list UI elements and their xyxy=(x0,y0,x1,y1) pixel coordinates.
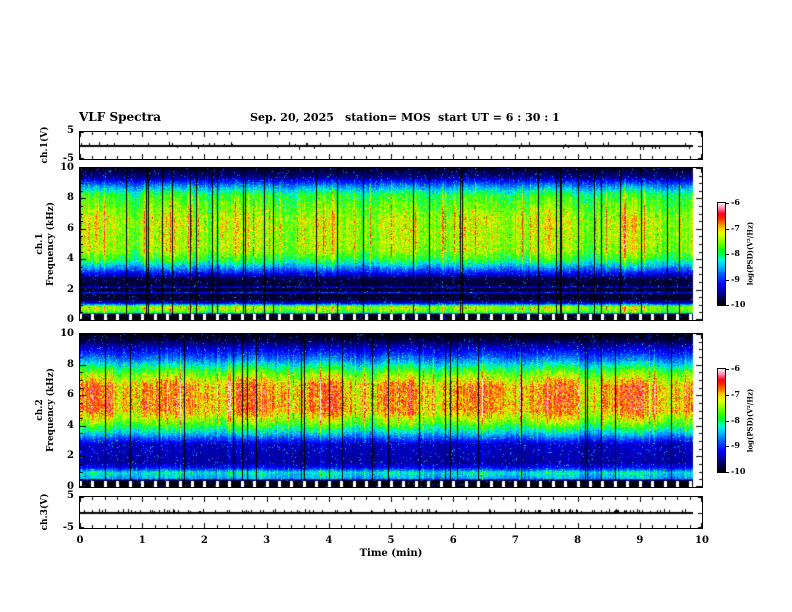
y-tick-label: 2 xyxy=(67,283,74,295)
y-tick-label: 5 xyxy=(67,490,74,501)
colorbar-tick-label: -7 xyxy=(731,388,740,399)
ch2-spectrogram-heatmap xyxy=(80,334,702,487)
spectrogram-panel-ch2 xyxy=(79,333,703,488)
waveform-panel-ch1 xyxy=(79,131,703,160)
y-tick-label: -5 xyxy=(62,153,74,164)
x-tick-label: 2 xyxy=(200,535,208,546)
colorbar-tick-mark xyxy=(725,305,729,306)
y-axis-label-ch1-frequency: ch.1 Frequency (kHz) xyxy=(35,164,57,324)
colorbar-tick-mark xyxy=(725,472,729,473)
colorbar-ch2-gradient xyxy=(718,369,725,472)
y-tick-label: 0 xyxy=(67,314,74,325)
colorbar-tick-mark xyxy=(725,229,729,230)
y-tick-label: 2 xyxy=(67,450,74,462)
vlf-spectra-figure: VLF Spectra Sep. 20, 2025 station= MOS s… xyxy=(0,0,792,612)
y-axis-label-ch3v: ch.3(V) xyxy=(40,493,50,531)
y-tick-label: 6 xyxy=(67,222,74,234)
colorbar-tick-label: -9 xyxy=(731,273,740,284)
y-tick-label: 5 xyxy=(67,125,74,136)
figure-title: VLF Spectra xyxy=(79,110,162,124)
x-axis-label: Time (min) xyxy=(359,548,423,559)
ch3-waveform-plot xyxy=(80,497,702,528)
y-tick-label: 10 xyxy=(60,328,74,339)
date-label: Sep. 20, 2025 xyxy=(250,111,334,124)
colorbar-tick-label: -6 xyxy=(731,197,740,207)
ch1-spectrogram-heatmap xyxy=(80,168,702,320)
x-tick-label: 9 xyxy=(636,535,644,546)
colorbar-tick-label: -6 xyxy=(731,363,740,373)
colorbar-tick-label: -10 xyxy=(731,466,746,476)
colorbar-tick-mark xyxy=(725,280,729,281)
colorbar-tick-mark xyxy=(725,421,729,422)
colorbar-tick-label: -10 xyxy=(731,299,746,309)
y-tick-label: 8 xyxy=(67,358,74,370)
x-tick-label: 7 xyxy=(511,535,519,546)
y-axis-label-ch2-line1: ch.2 xyxy=(35,399,45,421)
y-axis-label-ch2-frequency: ch.2 Frequency (kHz) xyxy=(35,330,57,490)
x-tick-label: 1 xyxy=(138,535,146,546)
colorbar-tick-label: -8 xyxy=(731,414,740,425)
ch1-waveform-plot xyxy=(80,132,702,159)
start-ut-label: start UT = 6 : 30 : 1 xyxy=(438,111,560,124)
y-tick-label: 6 xyxy=(67,389,74,401)
colorbar-tick-mark xyxy=(725,369,729,370)
station-label: station= MOS xyxy=(345,111,431,124)
y-tick-label: 4 xyxy=(67,253,74,265)
x-tick-label: 10 xyxy=(695,535,709,546)
colorbar-tick-label: -7 xyxy=(731,222,740,233)
colorbar-tick-mark xyxy=(725,446,729,447)
y-tick-label: 8 xyxy=(67,192,74,204)
colorbar-ch1-gradient xyxy=(718,203,725,305)
x-tick-label: 5 xyxy=(387,535,395,546)
colorbar-tick-mark xyxy=(725,395,729,396)
spectrogram-panel-ch1 xyxy=(79,167,703,321)
x-tick-label: 4 xyxy=(325,535,333,546)
y-tick-label: -5 xyxy=(62,522,74,533)
colorbar-tick-mark xyxy=(725,254,729,255)
waveform-panel-ch3 xyxy=(79,496,703,529)
x-tick-label: 8 xyxy=(574,535,582,546)
y-axis-label-ch1-line2: Frequency (kHz) xyxy=(46,202,56,287)
colorbar-tick-mark xyxy=(725,203,729,204)
colorbar-tick-label: -8 xyxy=(731,248,740,258)
y-tick-label: 4 xyxy=(67,419,74,431)
y-axis-label-ch1-line1: ch.1 xyxy=(35,233,45,255)
colorbar-tick-label: -9 xyxy=(731,440,740,451)
x-tick-label: 3 xyxy=(263,535,271,546)
x-tick-label: 0 xyxy=(76,535,84,546)
y-axis-label-ch2-line2: Frequency (kHz) xyxy=(46,368,56,453)
x-tick-label: 6 xyxy=(449,535,457,546)
